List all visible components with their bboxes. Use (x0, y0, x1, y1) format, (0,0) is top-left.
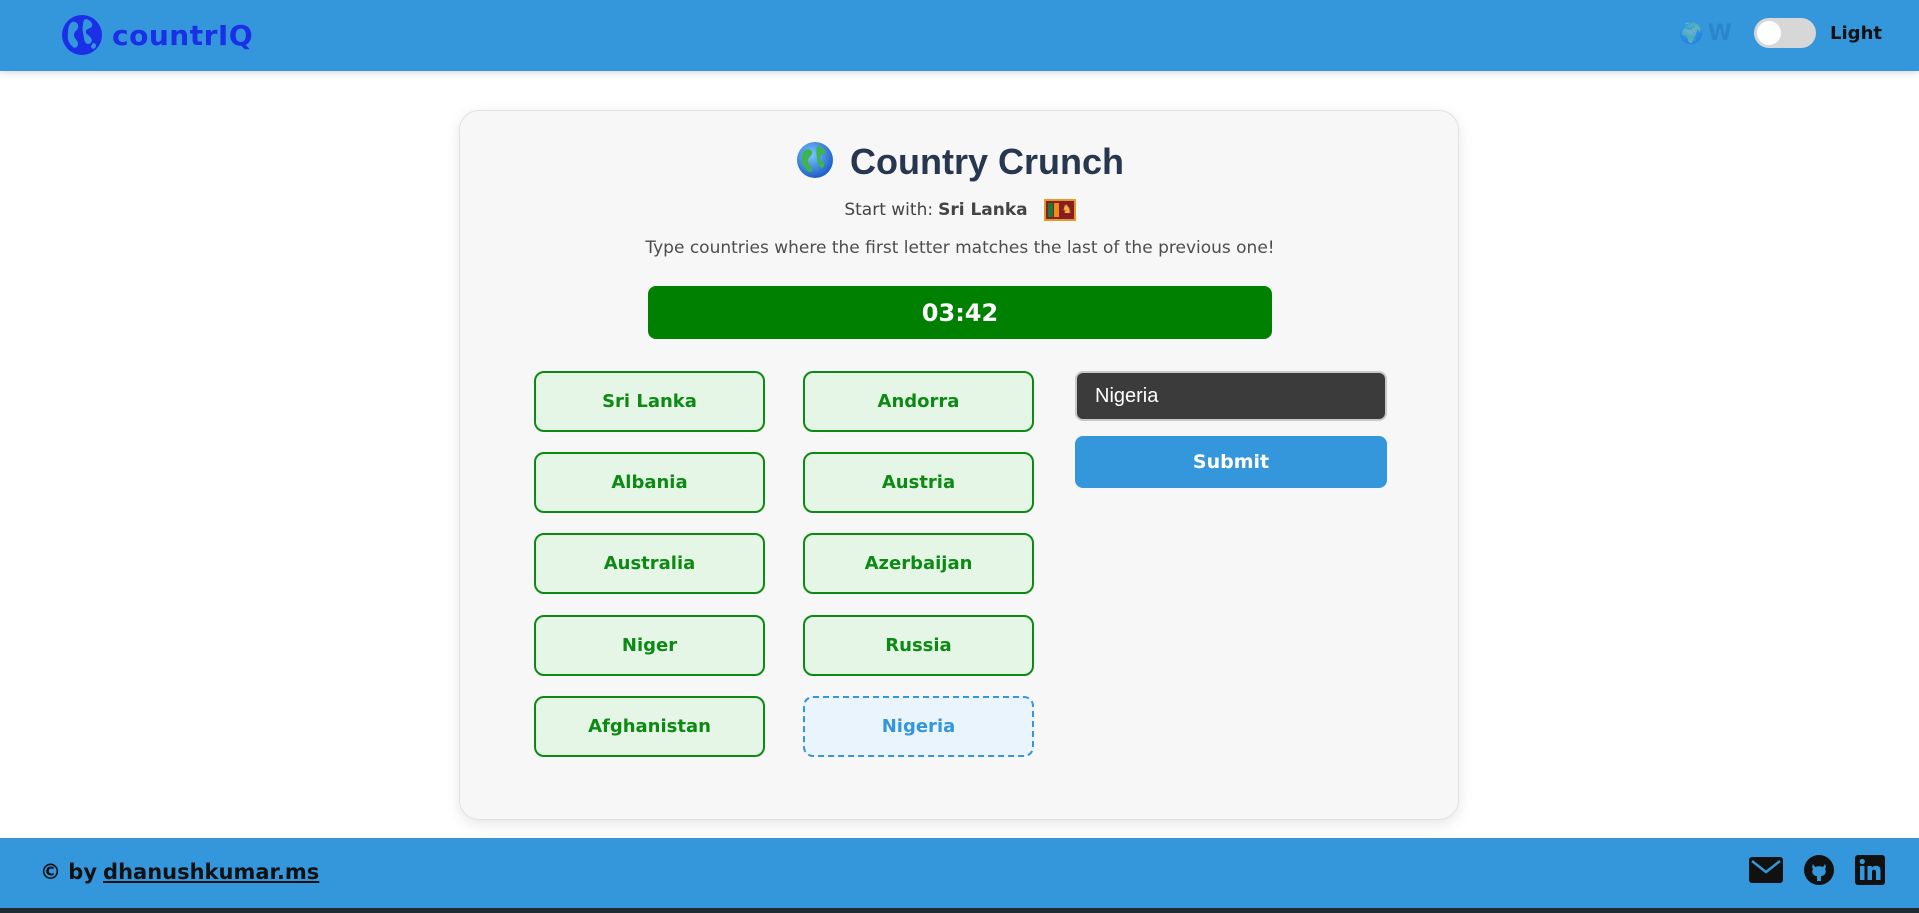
theme-label: Light (1830, 22, 1882, 44)
linkedin-icon[interactable] (1855, 855, 1885, 885)
sri-lanka-flag-icon: ♞ (1043, 199, 1076, 221)
social-links (1729, 854, 1885, 886)
globe-emoji-icon (796, 141, 834, 183)
submit-button[interactable]: Submit (1075, 436, 1387, 488)
credit-prefix: © by (40, 860, 98, 884)
earth-icon: 🌍 (1678, 21, 1704, 45)
chain-item: Australia (534, 533, 765, 594)
chain-item: Azerbaijan (803, 533, 1034, 594)
navbar: countrIQ 🌍 W Light (0, 0, 1919, 71)
brand-name: countrIQ (112, 18, 254, 52)
chain-item: Niger (534, 615, 765, 676)
toggle-knob (1757, 21, 1782, 45)
weather-widget: 🌍 W (1679, 21, 1732, 46)
chain-item: Russia (803, 615, 1034, 676)
chain-item: Albania (534, 452, 765, 513)
start-prefix: Start with: (844, 200, 934, 220)
email-icon[interactable] (1749, 857, 1783, 883)
chain-item: Andorra (803, 371, 1034, 432)
pending-chain-item: Nigeria (803, 696, 1034, 757)
github-icon[interactable] (1803, 854, 1835, 886)
instructions: Type countries where the first letter ma… (645, 238, 1275, 258)
start-row: Start with: Sri Lanka ♞ (460, 199, 1460, 221)
chain-item: Austria (803, 452, 1034, 513)
page-title: Country Crunch (850, 141, 1124, 182)
chain-item: Afghanistan (534, 696, 765, 757)
countdown-timer: 03:42 (648, 286, 1272, 339)
nav-controls: 🌍 W Light (1679, 18, 1882, 48)
footer: © by dhanushkumar.ms (0, 838, 1919, 913)
globe-icon (62, 15, 102, 55)
author-link[interactable]: dhanushkumar.ms (103, 860, 319, 884)
weather-text: W (1707, 20, 1733, 46)
theme-toggle[interactable] (1754, 18, 1817, 48)
chain-item: Sri Lanka (534, 371, 765, 432)
start-country: Sri Lanka (938, 200, 1028, 220)
logo[interactable]: countrIQ (60, 13, 253, 57)
game-card: Country Crunch Start with: Sri Lanka ♞ T… (459, 110, 1459, 820)
footer-credit: © by dhanushkumar.ms (40, 860, 319, 884)
title-row: Country Crunch (460, 141, 1460, 183)
country-input[interactable] (1075, 371, 1387, 421)
